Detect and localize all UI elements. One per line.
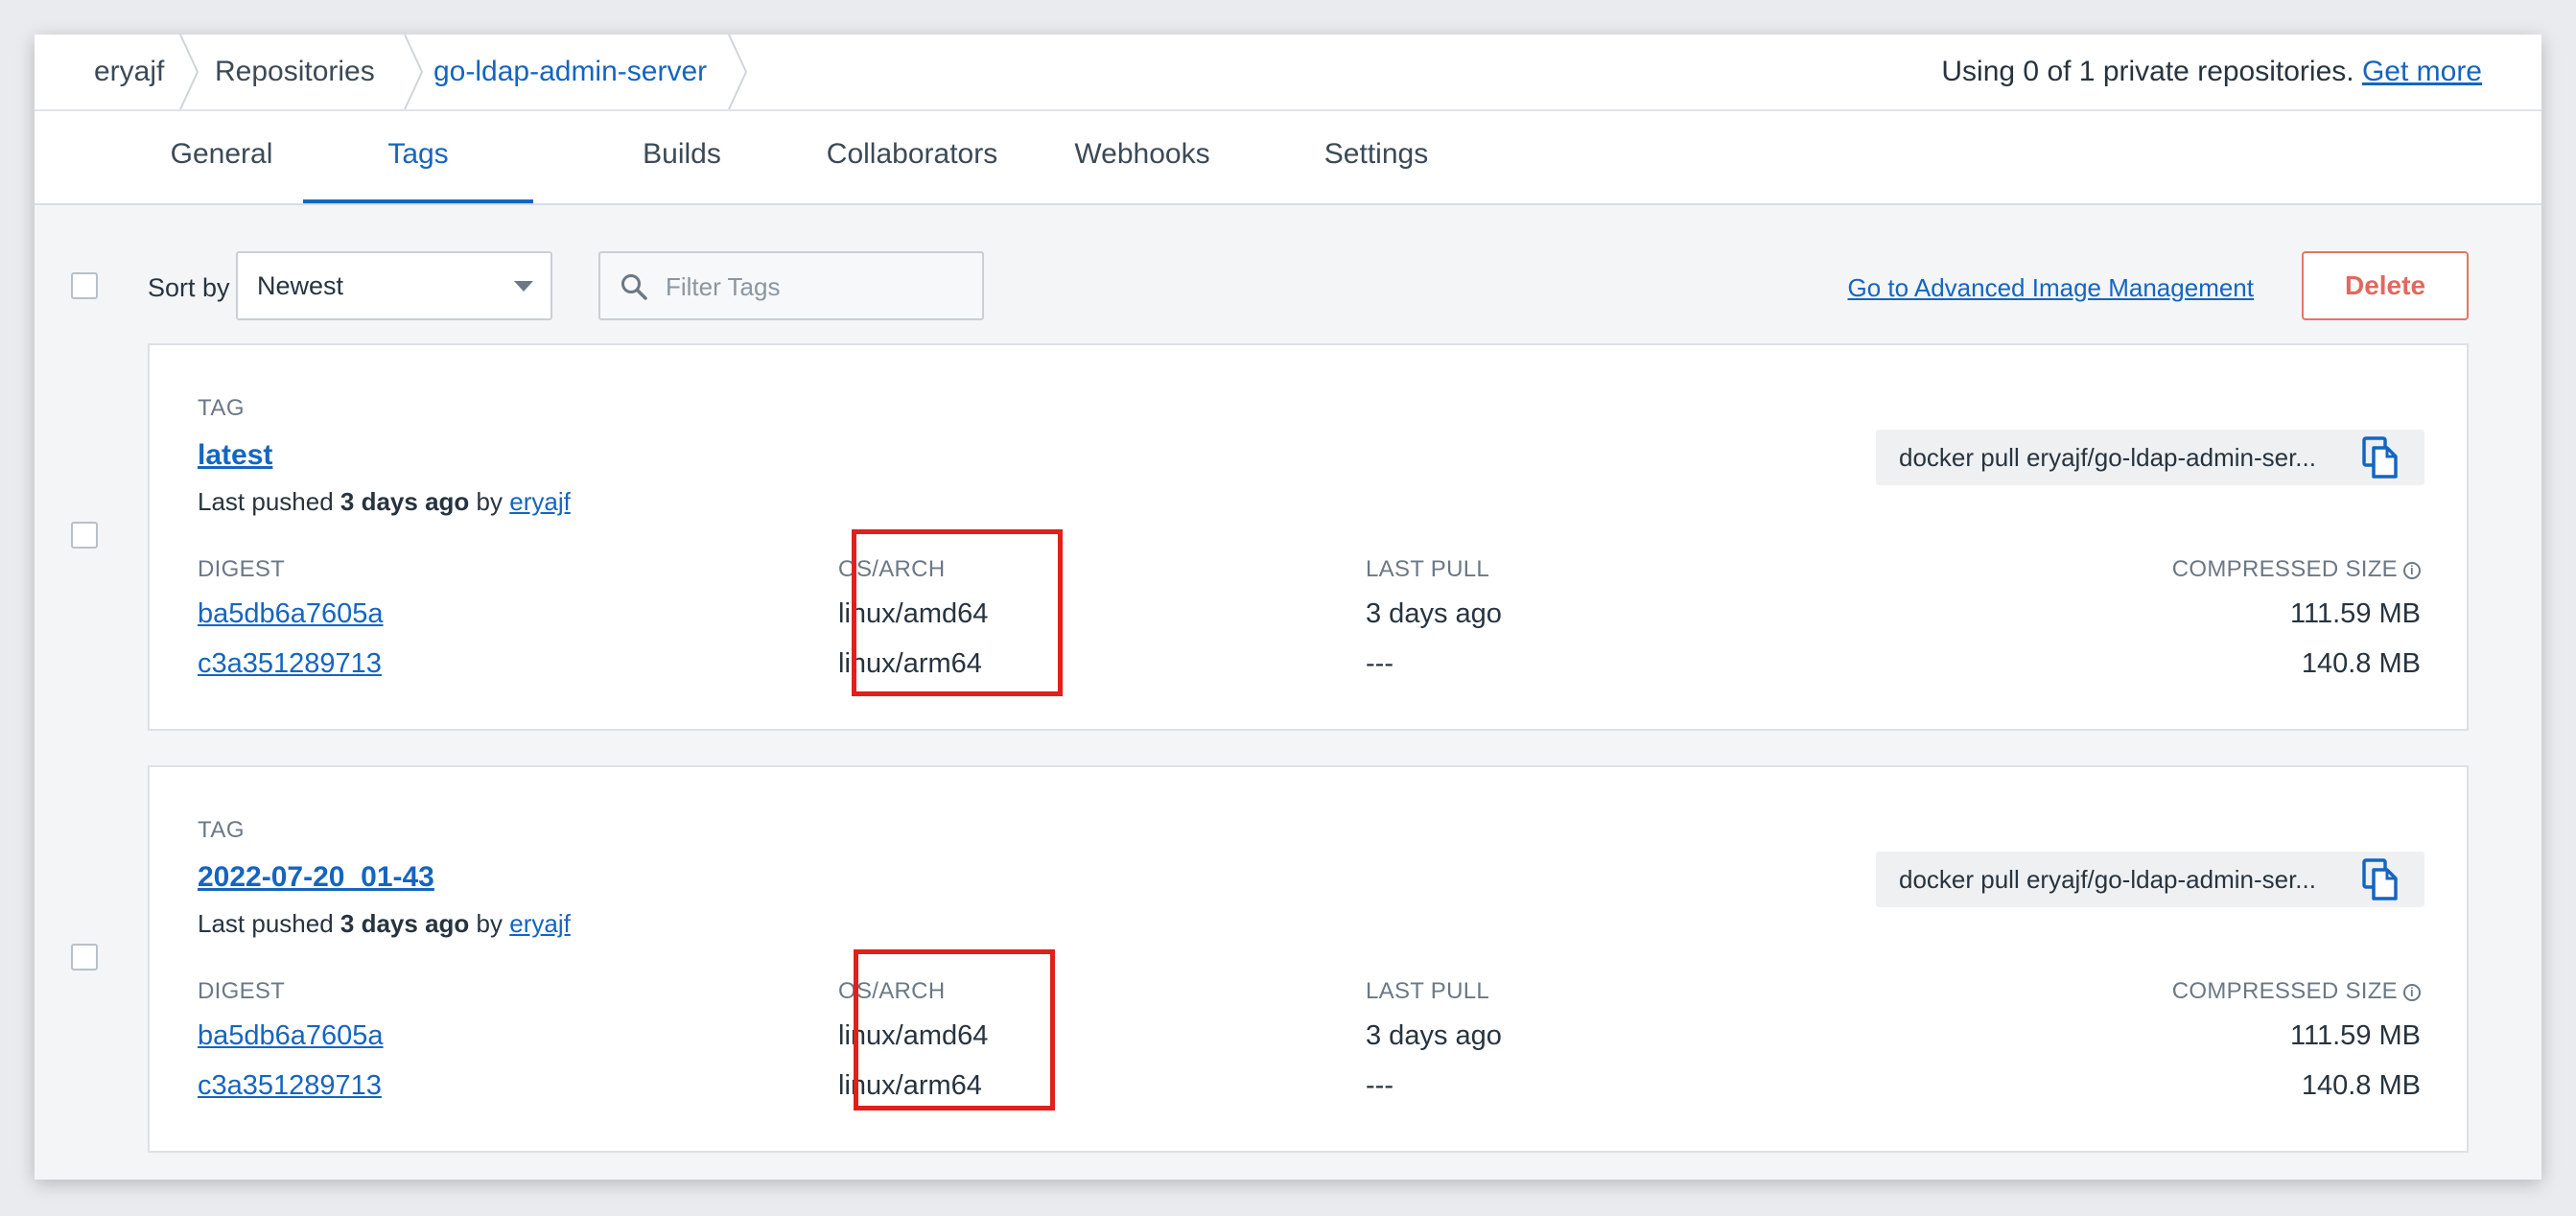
tab-bar: General Tags Builds Collaborators Webhoo…	[35, 111, 2541, 205]
breadcrumb-repo[interactable]: go-ldap-admin-server	[433, 35, 707, 109]
last-pull-header: LAST PULL	[1366, 556, 1489, 582]
last-pushed-text: Last pushed 3 days ago by eryajf	[198, 487, 571, 517]
filter-tags-input[interactable]	[664, 253, 974, 320]
sort-value: Newest	[257, 271, 344, 300]
size-value: 111.59 MB	[2290, 1020, 2421, 1051]
breadcrumb-repositories[interactable]: Repositories	[215, 35, 375, 109]
tab-general[interactable]: General	[125, 111, 318, 203]
pushed-by-link[interactable]: eryajf	[509, 909, 571, 938]
pull-command: docker pull eryajf/go-ldap-admin-ser...	[1899, 443, 2316, 472]
copy-icon[interactable]	[2361, 857, 2401, 906]
tag-card: TAG 2022-07-20_01-43 Last pushed 3 days …	[148, 765, 2469, 1153]
pull-command-box: docker pull eryajf/go-ldap-admin-ser...	[1876, 430, 2424, 485]
pushed-by-prefix: by	[476, 909, 503, 938]
tag-name-link[interactable]: latest	[198, 439, 272, 472]
tag-card: TAG latest Last pushed 3 days ago by ery…	[148, 343, 2469, 731]
search-icon	[620, 272, 648, 306]
compressed-size-header: COMPRESSED SIZE i	[2172, 978, 2421, 1005]
osarch-highlight-box	[854, 949, 1055, 1111]
digest-link[interactable]: c3a351289713	[198, 1070, 382, 1102]
pushed-by-prefix: by	[476, 487, 503, 516]
top-bar: eryajf Repositories go-ldap-admin-server…	[35, 35, 2541, 111]
size-value: 140.8 MB	[2301, 1070, 2421, 1101]
info-icon[interactable]: i	[2403, 562, 2421, 579]
digest-link[interactable]: c3a351289713	[198, 648, 382, 680]
digest-header: DIGEST	[198, 978, 286, 1004]
get-more-link[interactable]: Get more	[2362, 56, 2482, 87]
pull-command-box: docker pull eryajf/go-ldap-admin-ser...	[1876, 852, 2424, 907]
breadcrumb-separator-icon	[727, 35, 748, 109]
tab-tags[interactable]: Tags	[303, 111, 533, 203]
tag-row-checkbox[interactable]	[71, 522, 98, 549]
digest-header: DIGEST	[198, 556, 286, 582]
digest-link[interactable]: ba5db6a7605a	[198, 1020, 384, 1052]
tag-header: TAG	[198, 395, 246, 421]
info-icon[interactable]: i	[2403, 984, 2421, 1001]
compressed-size-label: COMPRESSED SIZE	[2171, 978, 2398, 1004]
usage-text: Using 0 of 1 private repositories.	[1941, 56, 2354, 87]
pushed-prefix: Last pushed	[198, 909, 334, 938]
last-pull-value: ---	[1366, 1070, 1393, 1101]
delete-button[interactable]: Delete	[2302, 251, 2469, 320]
pushed-when: 3 days ago	[340, 909, 470, 938]
pull-command: docker pull eryajf/go-ldap-admin-ser...	[1899, 865, 2316, 894]
sort-label: Sort by	[148, 273, 230, 302]
last-pull-value: 3 days ago	[1366, 1020, 1502, 1051]
breadcrumb-user[interactable]: eryajf	[94, 35, 164, 109]
osarch-highlight-box	[852, 529, 1063, 696]
copy-icon[interactable]	[2361, 435, 2401, 484]
tab-builds[interactable]: Builds	[585, 111, 779, 203]
tag-name-link[interactable]: 2022-07-20_01-43	[198, 861, 434, 894]
tag-row-checkbox[interactable]	[71, 944, 98, 970]
app-window: eryajf Repositories go-ldap-admin-server…	[35, 35, 2541, 1180]
breadcrumb-separator-icon	[178, 35, 199, 109]
sort-select[interactable]: Newest	[236, 251, 552, 320]
pushed-by-link[interactable]: eryajf	[509, 487, 571, 516]
advanced-image-management-link[interactable]: Go to Advanced Image Management	[1848, 269, 2255, 307]
size-value: 111.59 MB	[2290, 598, 2421, 629]
usage-info: Using 0 of 1 private repositories. Get m…	[1941, 35, 2482, 109]
select-all-checkbox[interactable]	[71, 272, 98, 299]
last-pull-header: LAST PULL	[1366, 978, 1489, 1004]
compressed-size-label: COMPRESSED SIZE	[2171, 556, 2398, 582]
last-pull-value: 3 days ago	[1366, 598, 1502, 629]
tab-collaborators[interactable]: Collaborators	[783, 111, 1042, 203]
last-pull-value: ---	[1366, 648, 1393, 679]
size-value: 140.8 MB	[2301, 648, 2421, 679]
breadcrumb-separator-icon	[403, 35, 424, 109]
last-pushed-text: Last pushed 3 days ago by eryajf	[198, 909, 571, 939]
digest-link[interactable]: ba5db6a7605a	[198, 598, 384, 630]
chevron-down-icon	[514, 280, 533, 297]
compressed-size-header: COMPRESSED SIZE i	[2172, 556, 2421, 583]
pushed-when: 3 days ago	[340, 487, 470, 516]
tab-webhooks[interactable]: Webhooks	[1032, 111, 1253, 203]
filter-tags-field[interactable]	[598, 251, 984, 320]
tab-settings[interactable]: Settings	[1274, 111, 1479, 203]
pushed-prefix: Last pushed	[198, 487, 334, 516]
tag-header: TAG	[198, 817, 246, 843]
